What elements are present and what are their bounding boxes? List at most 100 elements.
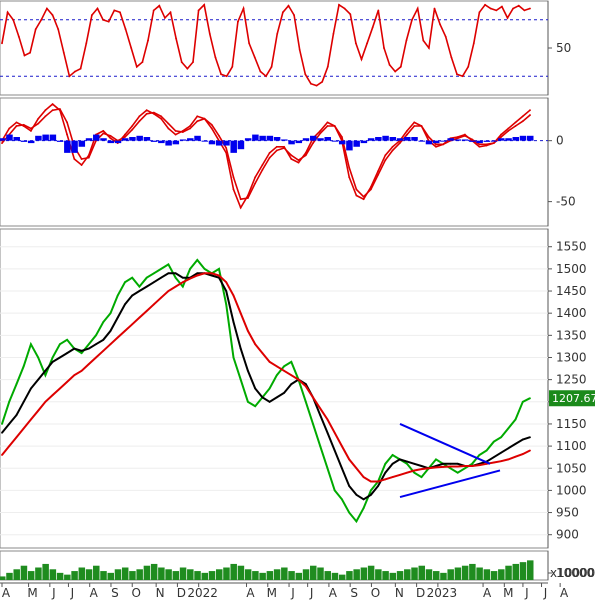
price-point (58, 356, 61, 359)
volume-bar (346, 571, 353, 580)
price-point (218, 274, 220, 277)
volume-bar (129, 571, 136, 580)
macd-histogram-bar (27, 140, 35, 144)
macd-histogram-bar (310, 135, 317, 141)
price-point (95, 356, 97, 359)
macd-point (507, 130, 510, 132)
stochastic-point (399, 65, 402, 68)
volume-bar (259, 572, 266, 580)
macd-histogram-bar (20, 140, 28, 142)
macd-point (232, 176, 235, 179)
volume-bar (519, 562, 527, 580)
price-point (218, 267, 220, 270)
macd-histogram-bar (237, 140, 245, 150)
macd-histogram-bar (375, 137, 382, 141)
price-point (348, 511, 351, 514)
stochastic-point (501, 5, 503, 8)
macd-histogram-bar (418, 140, 426, 142)
price-point (160, 296, 163, 299)
stochastic-point (46, 7, 48, 10)
stochastic-point (281, 11, 284, 14)
price-point (203, 267, 206, 270)
stochastic-point (298, 48, 301, 51)
macd-histogram-bar (121, 138, 129, 141)
macd-histogram-bar (476, 140, 483, 144)
price-point (435, 466, 437, 469)
stochastic-point (461, 75, 464, 78)
macd-histogram-bar (165, 140, 172, 146)
x-tick-label: A (560, 586, 569, 600)
volume-bar (360, 567, 368, 580)
macd-histogram-bar (13, 137, 20, 141)
x-tick-label: J (543, 586, 548, 600)
volume-bar (295, 572, 303, 580)
price-point (413, 462, 416, 465)
price-point (181, 281, 184, 284)
volume-bar (215, 569, 223, 580)
price-point (507, 427, 510, 430)
macd-point (290, 154, 293, 157)
stochastic-point (197, 9, 200, 12)
volume-bar (100, 571, 107, 580)
price-point (131, 276, 134, 279)
price-point (145, 285, 148, 288)
price-point (283, 369, 285, 372)
macd-histogram-bar (208, 140, 216, 145)
macd-point (160, 117, 163, 120)
stochastic-point (102, 18, 105, 21)
price-point (529, 436, 531, 439)
volume-bar (483, 569, 491, 580)
stochastic-point (377, 9, 380, 12)
price-point (145, 276, 148, 279)
volume-bar (143, 565, 151, 580)
macd-histogram-bar (461, 139, 469, 141)
x-tick-label: J (309, 586, 314, 600)
macd-point (196, 120, 199, 123)
price-point (138, 290, 141, 292)
volume-bar (310, 565, 317, 580)
x-tick-label: J (51, 586, 56, 600)
stochastic-point (394, 70, 397, 73)
macd-point (362, 195, 365, 198)
price-point (406, 471, 408, 474)
macd-histogram-bar (411, 137, 418, 141)
macd-point (326, 121, 329, 124)
macd-histogram-bar (158, 140, 165, 144)
macd-histogram-bar (172, 140, 180, 145)
x-tick-label: 2022 (187, 586, 218, 600)
macd-point (406, 133, 408, 136)
stochastic-point (237, 20, 239, 23)
price-point (152, 281, 155, 284)
macd-histogram-bar (93, 134, 100, 141)
macd-point (152, 111, 155, 114)
stochastic-point (40, 18, 43, 21)
price-point (232, 356, 235, 359)
volume-bar (418, 565, 426, 580)
volume-bar (367, 565, 375, 580)
macd-histogram-bar (0, 138, 6, 141)
macd-histogram-bar (324, 137, 331, 141)
price-point (290, 383, 293, 385)
price-point (369, 480, 372, 483)
price-point (87, 347, 90, 350)
macd-point (362, 198, 365, 201)
price-point (181, 276, 184, 279)
macd-point (290, 158, 293, 160)
price-point (355, 520, 358, 523)
price-point (362, 507, 365, 510)
price-point (391, 454, 394, 456)
macd-histogram-bar (382, 135, 389, 141)
volume-bar (432, 571, 440, 580)
price-point (66, 380, 68, 383)
macd-point (109, 134, 112, 137)
macd-histogram-bar (281, 139, 288, 141)
price-ytick-label: 1250 (556, 373, 587, 387)
macd-histogram-bar (302, 138, 310, 141)
macd-point (492, 142, 495, 145)
stochastic-point (141, 61, 144, 63)
price-point (377, 480, 380, 483)
macd-point (145, 112, 148, 115)
price-point (514, 418, 517, 421)
price-point (384, 462, 387, 465)
price-point (449, 465, 452, 468)
